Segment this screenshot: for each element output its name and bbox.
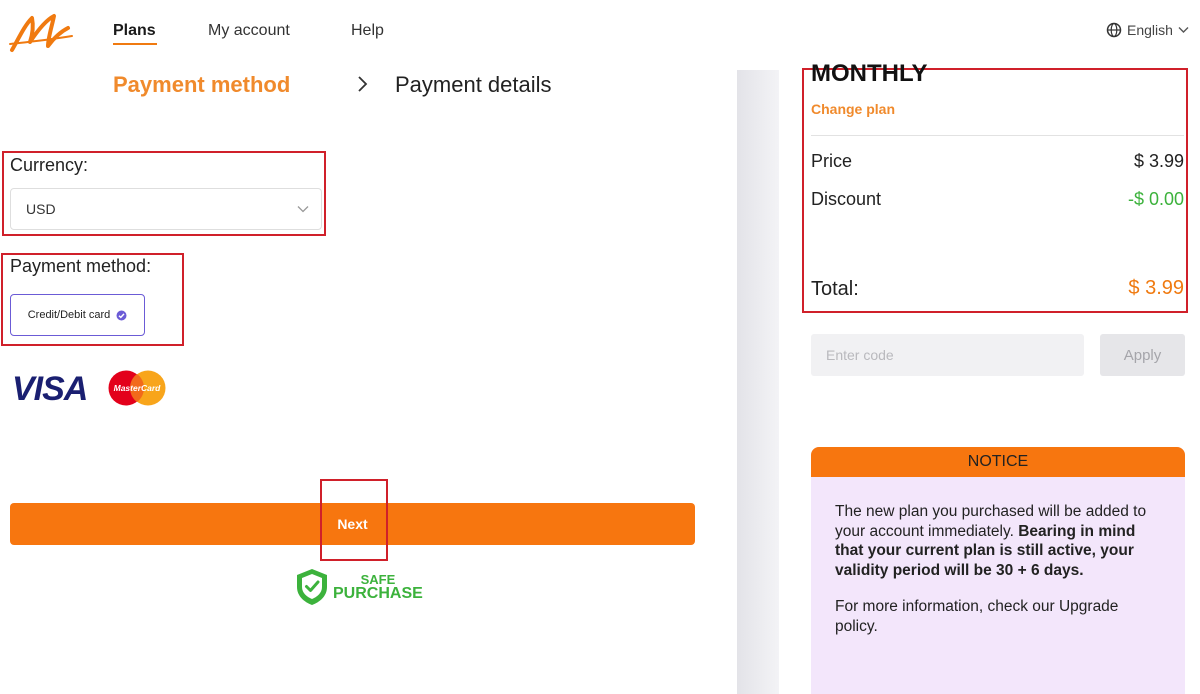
price-label: Price: [811, 151, 853, 171]
chevron-down-icon: [1178, 27, 1189, 33]
purchase-text: PURCHASE: [333, 584, 423, 602]
nav-my-account[interactable]: My account: [208, 22, 290, 40]
panel-divider: [737, 70, 779, 694]
payment-option-card[interactable]: Credit/Debit card: [10, 294, 145, 336]
notice-panel: NOTICE The new plan you purchased will b…: [811, 447, 1185, 694]
promo-code-input[interactable]: [811, 334, 1084, 376]
chevron-right-icon: [358, 76, 368, 92]
shield-check-icon: [297, 569, 327, 605]
plan-name: MONTHLY: [811, 60, 928, 87]
nav-plans[interactable]: Plans: [113, 22, 156, 40]
currency-select[interactable]: USD: [10, 188, 322, 230]
currency-label: Currency:: [10, 155, 89, 175]
step-payment-details: Payment details: [395, 72, 552, 97]
next-button[interactable]: Next: [10, 503, 695, 545]
discount-value: -$ 0.00: [1127, 189, 1184, 209]
globe-icon: [1106, 22, 1122, 38]
discount-label: Discount: [811, 189, 882, 209]
nav-help[interactable]: Help: [351, 22, 384, 40]
payment-option-label: Credit/Debit card: [27, 309, 111, 321]
safe-purchase-badge: SAFE PURCHASE: [294, 567, 423, 607]
chevron-down-icon: [297, 206, 309, 213]
mastercard-text: MasterCard: [114, 383, 162, 393]
mastercard-logo: MasterCard: [108, 370, 166, 406]
language-label: English: [1127, 22, 1173, 38]
brand-logo[interactable]: [8, 10, 74, 54]
step-payment-method: Payment method: [113, 72, 291, 97]
check-badge-icon: [116, 310, 127, 320]
total-label: Total:: [811, 278, 859, 300]
total-value: $ 3.99: [1128, 277, 1184, 299]
payment-method-label: Payment method:: [10, 256, 152, 276]
safe-text: SAFE: [360, 571, 396, 587]
visa-logo: VISA: [12, 370, 88, 408]
notice-title: NOTICE: [811, 447, 1185, 477]
notice-footer-text: For more information, check our Upgrade …: [835, 598, 1119, 635]
summary-divider: [811, 135, 1184, 136]
change-plan-link[interactable]: Change plan: [811, 101, 895, 117]
nav-active-underline: [113, 43, 157, 45]
notice-body: The new plan you purchased will be added…: [811, 477, 1185, 636]
apply-button[interactable]: Apply: [1100, 334, 1185, 376]
language-selector[interactable]: English: [1106, 22, 1189, 38]
currency-value: USD: [26, 201, 56, 217]
price-value: $ 3.99: [1133, 151, 1184, 171]
